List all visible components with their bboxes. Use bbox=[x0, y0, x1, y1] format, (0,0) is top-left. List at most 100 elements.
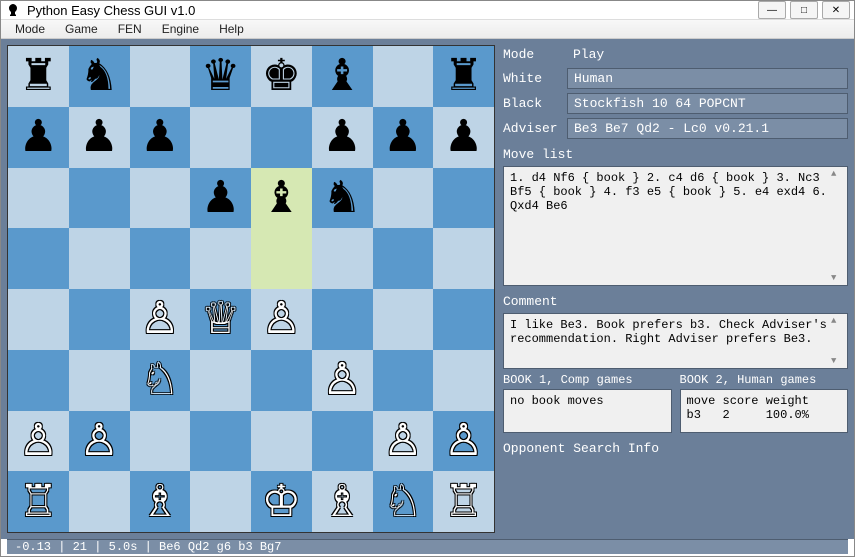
square-e8[interactable]: ♚ bbox=[251, 46, 312, 107]
square-f2[interactable] bbox=[312, 411, 373, 472]
square-b4[interactable] bbox=[69, 289, 130, 350]
piece-P[interactable]: ♙ bbox=[79, 419, 118, 463]
square-f7[interactable]: ♟ bbox=[312, 107, 373, 168]
square-b8[interactable]: ♞ bbox=[69, 46, 130, 107]
piece-p[interactable]: ♟ bbox=[322, 115, 361, 159]
maximize-button[interactable]: □ bbox=[790, 1, 818, 19]
square-d5[interactable] bbox=[190, 228, 251, 289]
close-button[interactable]: ✕ bbox=[822, 1, 850, 19]
square-b7[interactable]: ♟ bbox=[69, 107, 130, 168]
piece-r[interactable]: ♜ bbox=[19, 54, 58, 98]
square-f6[interactable]: ♞ bbox=[312, 168, 373, 229]
square-e4[interactable]: ♙ bbox=[251, 289, 312, 350]
piece-K[interactable]: ♔ bbox=[262, 480, 301, 524]
square-g6[interactable] bbox=[373, 168, 434, 229]
piece-P[interactable]: ♙ bbox=[322, 358, 361, 402]
piece-B[interactable]: ♗ bbox=[140, 480, 179, 524]
book2-box[interactable]: move score weight b3 2 100.0% bbox=[680, 389, 849, 433]
square-a7[interactable]: ♟ bbox=[8, 107, 69, 168]
white-field[interactable]: Human bbox=[567, 68, 848, 89]
minimize-button[interactable]: — bbox=[758, 1, 786, 19]
square-h1[interactable]: ♖ bbox=[433, 471, 494, 532]
piece-p[interactable]: ♟ bbox=[19, 115, 58, 159]
square-a1[interactable]: ♖ bbox=[8, 471, 69, 532]
square-f4[interactable] bbox=[312, 289, 373, 350]
square-g7[interactable]: ♟ bbox=[373, 107, 434, 168]
square-d8[interactable]: ♛ bbox=[190, 46, 251, 107]
piece-p[interactable]: ♟ bbox=[444, 115, 483, 159]
piece-p[interactable]: ♟ bbox=[79, 115, 118, 159]
square-e6[interactable]: ♝ bbox=[251, 168, 312, 229]
piece-p[interactable]: ♟ bbox=[201, 176, 240, 220]
piece-N[interactable]: ♘ bbox=[383, 480, 422, 524]
square-e1[interactable]: ♔ bbox=[251, 471, 312, 532]
square-g1[interactable]: ♘ bbox=[373, 471, 434, 532]
square-e2[interactable] bbox=[251, 411, 312, 472]
piece-b[interactable]: ♝ bbox=[262, 176, 301, 220]
square-e7[interactable] bbox=[251, 107, 312, 168]
square-c3[interactable]: ♘ bbox=[130, 350, 191, 411]
square-c1[interactable]: ♗ bbox=[130, 471, 191, 532]
square-c2[interactable] bbox=[130, 411, 191, 472]
square-b1[interactable] bbox=[69, 471, 130, 532]
square-g4[interactable] bbox=[373, 289, 434, 350]
piece-P[interactable]: ♙ bbox=[19, 419, 58, 463]
menu-help[interactable]: Help bbox=[211, 20, 252, 38]
piece-N[interactable]: ♘ bbox=[140, 358, 179, 402]
piece-b[interactable]: ♝ bbox=[322, 54, 361, 98]
square-h2[interactable]: ♙ bbox=[433, 411, 494, 472]
scrollbar-icon[interactable]: ▲▼ bbox=[831, 169, 845, 283]
square-h3[interactable] bbox=[433, 350, 494, 411]
square-f1[interactable]: ♗ bbox=[312, 471, 373, 532]
comment-box[interactable]: I like Be3. Book prefers b3. Check Advis… bbox=[503, 313, 848, 369]
square-d7[interactable] bbox=[190, 107, 251, 168]
square-h4[interactable] bbox=[433, 289, 494, 350]
square-e3[interactable] bbox=[251, 350, 312, 411]
square-a2[interactable]: ♙ bbox=[8, 411, 69, 472]
square-h6[interactable] bbox=[433, 168, 494, 229]
square-a3[interactable] bbox=[8, 350, 69, 411]
square-a5[interactable] bbox=[8, 228, 69, 289]
book1-box[interactable]: no book moves bbox=[503, 389, 672, 433]
menu-engine[interactable]: Engine bbox=[154, 20, 207, 38]
square-a6[interactable] bbox=[8, 168, 69, 229]
menu-fen[interactable]: FEN bbox=[110, 20, 150, 38]
piece-P[interactable]: ♙ bbox=[383, 419, 422, 463]
square-d6[interactable]: ♟ bbox=[190, 168, 251, 229]
square-e5[interactable] bbox=[251, 228, 312, 289]
piece-P[interactable]: ♙ bbox=[444, 419, 483, 463]
scrollbar-icon[interactable]: ▲▼ bbox=[831, 316, 845, 366]
square-c7[interactable]: ♟ bbox=[130, 107, 191, 168]
chess-board[interactable]: ♜♞♛♚♝♜♟♟♟♟♟♟♟♝♞♙♕♙♘♙♙♙♙♙♖♗♔♗♘♖ bbox=[7, 45, 495, 533]
piece-k[interactable]: ♚ bbox=[262, 54, 301, 98]
square-b2[interactable]: ♙ bbox=[69, 411, 130, 472]
square-g3[interactable] bbox=[373, 350, 434, 411]
piece-r[interactable]: ♜ bbox=[444, 54, 483, 98]
square-g5[interactable] bbox=[373, 228, 434, 289]
square-g2[interactable]: ♙ bbox=[373, 411, 434, 472]
adviser-field[interactable]: Be3 Be7 Qd2 - Lc0 v0.21.1 bbox=[567, 118, 848, 139]
square-d2[interactable] bbox=[190, 411, 251, 472]
square-c5[interactable] bbox=[130, 228, 191, 289]
square-h8[interactable]: ♜ bbox=[433, 46, 494, 107]
square-b6[interactable] bbox=[69, 168, 130, 229]
menu-game[interactable]: Game bbox=[57, 20, 106, 38]
square-f3[interactable]: ♙ bbox=[312, 350, 373, 411]
square-b5[interactable] bbox=[69, 228, 130, 289]
square-d4[interactable]: ♕ bbox=[190, 289, 251, 350]
square-f5[interactable] bbox=[312, 228, 373, 289]
square-c8[interactable] bbox=[130, 46, 191, 107]
square-g8[interactable] bbox=[373, 46, 434, 107]
black-field[interactable]: Stockfish 10 64 POPCNT bbox=[567, 93, 848, 114]
piece-n[interactable]: ♞ bbox=[322, 176, 361, 220]
piece-n[interactable]: ♞ bbox=[79, 54, 118, 98]
menu-mode[interactable]: Mode bbox=[7, 20, 53, 38]
movelist-box[interactable]: 1. d4 Nf6 { book } 2. c4 d6 { book } 3. … bbox=[503, 166, 848, 286]
square-h7[interactable]: ♟ bbox=[433, 107, 494, 168]
square-a4[interactable] bbox=[8, 289, 69, 350]
piece-Q[interactable]: ♕ bbox=[201, 297, 240, 341]
piece-R[interactable]: ♖ bbox=[444, 480, 483, 524]
square-f8[interactable]: ♝ bbox=[312, 46, 373, 107]
piece-R[interactable]: ♖ bbox=[19, 480, 58, 524]
square-d1[interactable] bbox=[190, 471, 251, 532]
